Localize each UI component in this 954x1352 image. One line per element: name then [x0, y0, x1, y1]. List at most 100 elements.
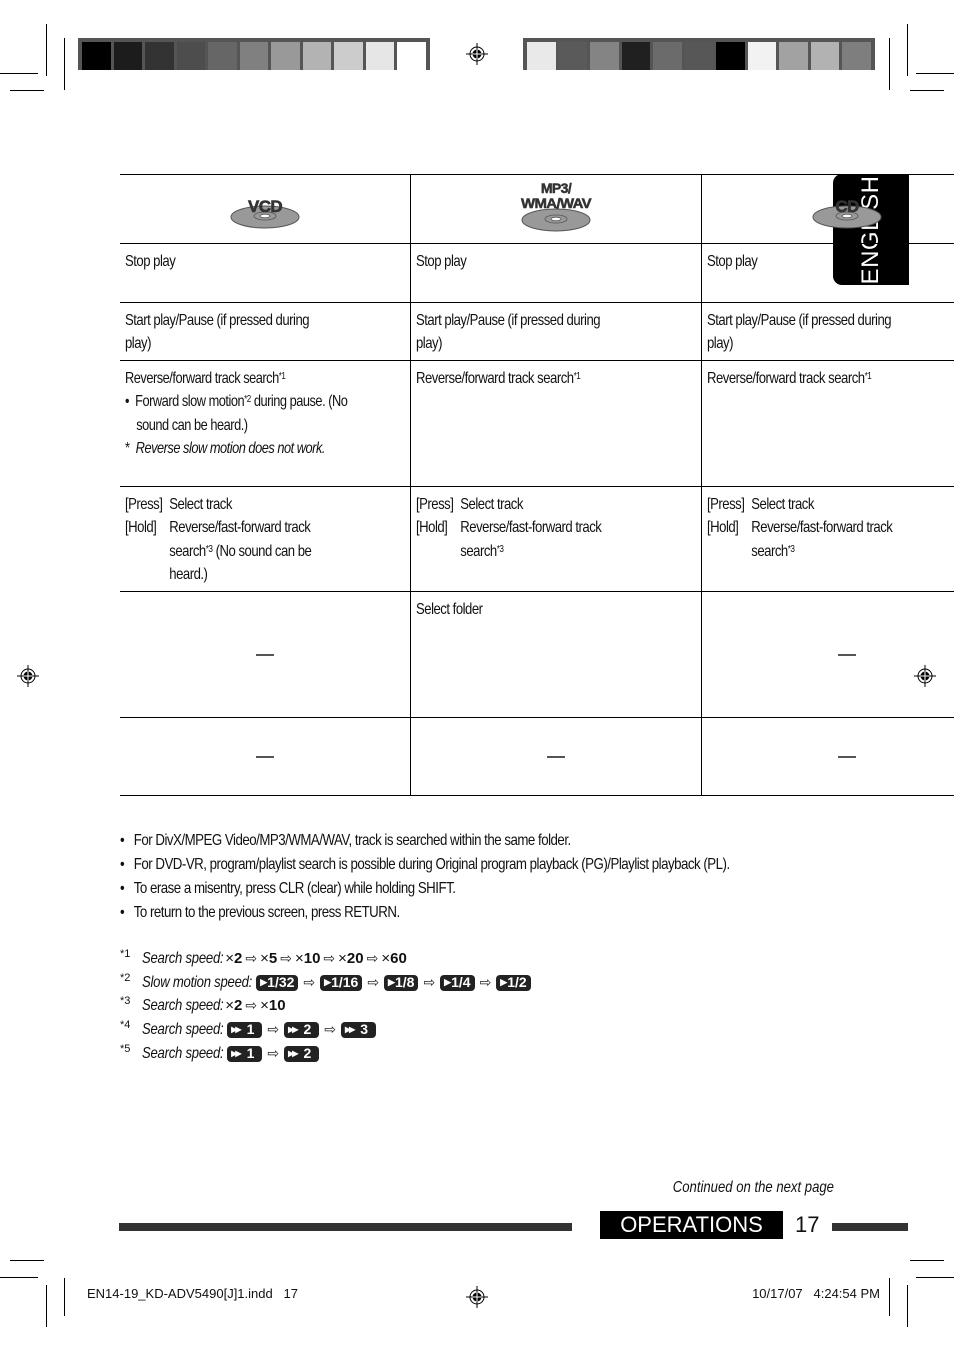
- arrow-right-icon: ⇨: [267, 1044, 280, 1061]
- footnote: *5 Search speed: ▶▶ 1 ⇨ ▶▶ 2: [120, 1042, 533, 1066]
- footnote-mark: *5: [120, 1042, 131, 1055]
- table-cell: Stop play: [701, 242, 954, 303]
- column-header-vcd: VCD: [120, 174, 411, 244]
- footnote-label: Search speed:: [142, 1044, 224, 1062]
- arrow-right-icon: ⇨: [267, 1021, 280, 1038]
- color-swatch: [527, 42, 556, 70]
- cell-text: Stop play: [416, 252, 467, 270]
- color-swatch: [590, 42, 619, 70]
- color-swatch: [810, 42, 840, 70]
- color-swatch: [842, 42, 872, 70]
- fast-forward-icon: ▶▶: [231, 1048, 241, 1058]
- grayscale-color-bar-right: [523, 38, 875, 70]
- table-cell: Start play/Pause (if pressed during play…: [120, 301, 411, 361]
- cell-text: Select folder: [416, 600, 483, 618]
- table-row: Reverse/forward track search*1 • Forward…: [120, 359, 954, 487]
- fast-forward-icon: ▶▶: [288, 1025, 298, 1035]
- crop-mark: [0, 73, 38, 74]
- arrow-right-icon: ⇨: [423, 973, 436, 990]
- table-row: Select folder: [120, 590, 954, 718]
- color-swatch: [271, 42, 300, 70]
- table-cell: Reverse/forward track search*1: [701, 359, 954, 487]
- cell-text: Reverse/forward track search*1: [416, 369, 581, 387]
- color-swatch: [113, 42, 143, 70]
- table-cell: Start play/Pause (if pressed during play…: [410, 301, 702, 361]
- table-row: Start play/Pause (if pressed during play…: [120, 301, 954, 361]
- footnote-mark: *2: [120, 971, 131, 984]
- arrow-right-icon: ⇨: [245, 997, 258, 1014]
- table-cell-empty: [410, 716, 702, 796]
- arrow-right-icon: ⇨: [366, 950, 379, 966]
- arrow-right-icon: ⇨: [303, 973, 316, 990]
- footnote: *1 Search speed: ×2 ⇨ ×5 ⇨ ×10 ⇨ ×20 ⇨ ×60: [120, 947, 533, 971]
- color-swatch: [334, 42, 363, 70]
- section-label: OPERATIONS: [600, 1211, 783, 1239]
- crop-mark: [64, 1278, 65, 1316]
- crop-mark: [64, 38, 65, 90]
- cd-disc-icon: CD: [812, 197, 882, 229]
- table-cell: [Press] Select track [Hold] Reverse/fast-f…: [701, 485, 954, 592]
- fast-forward-icon: ▶▶: [288, 1048, 298, 1058]
- footnote-mark: *1: [120, 948, 131, 960]
- footnotes: *1 Search speed: ×2 ⇨ ×5 ⇨ ×10 ⇨ ×20 ⇨ ×60 *2 Slow m…: [120, 947, 533, 1065]
- arrow-right-icon: ⇨: [280, 950, 292, 966]
- crop-mark: [907, 1285, 908, 1327]
- footnote-mark: *4: [120, 1019, 131, 1032]
- slow-motion-speed-badge: ▶ 1/16: [320, 974, 363, 991]
- search-speed-badge: ▶▶ 3: [340, 1021, 377, 1038]
- grayscale-color-bar-left: [78, 38, 430, 70]
- cell-text: Start play/Pause (if pressed during play…: [707, 311, 892, 353]
- table-cell-empty: [701, 716, 954, 796]
- speed-multiplier: ×10: [294, 950, 321, 967]
- slow-motion-speed-badge: ▶ 1/8: [384, 974, 419, 991]
- vcd-disc-icon: VCD: [230, 197, 300, 229]
- arrow-right-icon: ⇨: [245, 950, 258, 966]
- fast-forward-icon: ▶▶: [344, 1025, 355, 1035]
- note-item: • To return to the previous screen, pres…: [120, 904, 400, 921]
- search-speed-badge: ▶▶ 2: [284, 1045, 320, 1062]
- crop-mark: [10, 1260, 44, 1261]
- color-swatch: [653, 42, 682, 70]
- crop-mark: [910, 1260, 944, 1261]
- bullet-item: • Forward slow motion*2 during pause. (N…: [125, 393, 348, 434]
- footnote: *4 Search speed: ▶▶ 1 ⇨ ▶▶ 2 ⇨ ▶▶ 3: [120, 1018, 533, 1042]
- footnote-label: Search speed:: [142, 997, 224, 1015]
- color-swatch: [145, 42, 174, 70]
- crop-mark: [907, 24, 908, 76]
- table-cell: Select folder: [410, 590, 702, 718]
- color-swatch: [176, 42, 206, 70]
- crop-mark: [889, 38, 890, 90]
- dash: [256, 756, 274, 758]
- color-swatch: [779, 42, 808, 70]
- search-speed-badge: ▶▶ 1: [227, 1045, 263, 1062]
- svg-text:CD: CD: [835, 197, 859, 216]
- slow-play-icon: ▶: [324, 976, 331, 987]
- slow-motion-speed-badge: ▶ 1/2: [496, 974, 531, 991]
- slow-play-icon: ▶: [444, 976, 451, 987]
- search-speed-badge: ▶▶ 2: [284, 1021, 320, 1038]
- arrow-right-icon: ⇨: [324, 1021, 336, 1038]
- notes-list: • For DivX/MPEG Video/MP3/WMA/WAV, track…: [120, 829, 855, 925]
- dash: [256, 654, 274, 656]
- color-swatch: [747, 42, 777, 70]
- table-cell: [Press] Select track [Hold] Reverse/fast-f…: [120, 485, 411, 592]
- arrow-right-icon: ⇨: [367, 973, 380, 990]
- footnote-label: Slow motion speed:: [142, 973, 253, 991]
- color-swatch: [684, 42, 714, 70]
- table-row: [120, 716, 954, 796]
- table-cell: Reverse/forward track search*1: [410, 359, 702, 487]
- footer-rule-left: [119, 1223, 572, 1231]
- color-swatch: [397, 42, 427, 70]
- cell-text: Stop play: [125, 252, 176, 270]
- arrow-right-icon: ⇨: [323, 950, 336, 966]
- footnote: *2 Slow motion speed: ▶ 1/32 ⇨ ▶ 1/16 ⇨ ▶ 1/8 ⇨ ▶ 1/…: [120, 971, 533, 995]
- slow-motion-speed-badge: ▶ 1/4: [440, 974, 475, 991]
- table-cell-empty: [120, 590, 411, 718]
- cell-text: Stop play: [707, 252, 758, 270]
- color-swatch: [302, 42, 332, 70]
- crop-mark: [46, 1285, 47, 1327]
- speed-multiplier: ×2: [225, 950, 243, 967]
- color-swatch: [716, 42, 745, 70]
- table-row: Stop play Stop play Stop play: [120, 242, 954, 303]
- table-cell: Stop play: [410, 242, 702, 303]
